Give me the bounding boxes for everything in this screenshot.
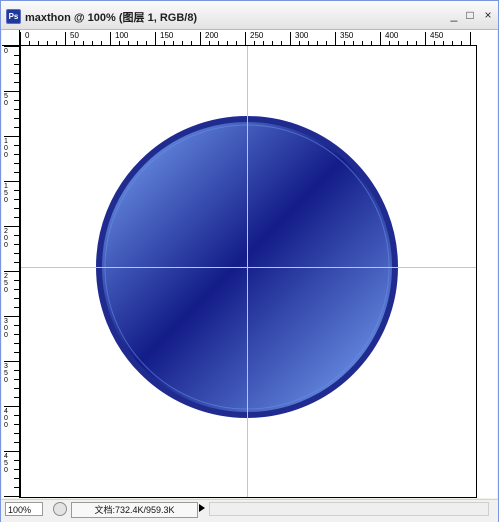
top-ruler-svg: 0 50 100 150 200 250 300 350 400 450 — [20, 31, 477, 46]
left-ruler-label: 1 0 0 — [4, 138, 8, 159]
horizontal-guide-line[interactable] — [21, 267, 476, 268]
ruler-origin-corner[interactable] — [2, 30, 20, 46]
minimize-icon: _ — [450, 8, 458, 22]
ruler-top-label-0: 0 — [25, 31, 30, 40]
zoom-field[interactable]: 100% — [5, 502, 43, 516]
document-canvas[interactable] — [21, 46, 477, 498]
left-ruler-label: 3 5 0 — [4, 363, 8, 384]
left-ruler-label: 0 — [4, 48, 8, 55]
minimize-button[interactable]: _ — [448, 9, 460, 21]
app-icon-label: Ps — [8, 12, 19, 21]
document-size-info[interactable]: 文档:732.4K/959.3K — [71, 502, 198, 518]
maximize-button[interactable]: □ — [464, 9, 476, 21]
left-ruler-label: 4 5 0 — [4, 453, 8, 474]
maximize-icon: □ — [466, 8, 474, 22]
vertical-guide-line[interactable] — [247, 46, 248, 497]
title-bar[interactable]: Ps maxthon @ 100% (图层 1, RGB/8) _ □ × — [1, 1, 498, 30]
window-title: maxthon @ 100% (图层 1, RGB/8) — [25, 12, 198, 24]
ruler-top-label-50: 50 — [70, 31, 79, 40]
ruler-top-label-400: 400 — [385, 31, 399, 40]
ruler-top-label-350: 350 — [340, 31, 354, 40]
ruler-top-label-150: 150 — [160, 31, 174, 40]
document-window: Ps maxthon @ 100% (图层 1, RGB/8) _ □ × 0 … — [0, 0, 499, 522]
horizontal-scrollbar[interactable] — [209, 502, 489, 516]
left-ruler-label: 3 0 0 — [4, 318, 8, 339]
ruler-top-label-250: 250 — [250, 31, 264, 40]
left-ruler-label: 1 5 0 — [4, 183, 8, 204]
photoshop-icon: Ps — [6, 9, 21, 24]
right-panel-strip — [477, 30, 497, 498]
ruler-top-label-300: 300 — [295, 31, 309, 40]
ruler-top-label-100: 100 — [115, 31, 129, 40]
ruler-top-label-200: 200 — [205, 31, 219, 40]
left-ruler-label: 2 0 0 — [4, 228, 8, 249]
left-ruler-label: 2 5 0 — [4, 273, 8, 294]
close-button[interactable]: × — [482, 9, 494, 21]
left-ruler-label: 4 0 0 — [4, 408, 8, 429]
top-ruler[interactable]: 0 50 100 150 200 250 300 350 400 450 — [20, 30, 477, 47]
status-info-icon[interactable] — [53, 502, 67, 516]
close-icon: × — [484, 8, 492, 22]
canvas-svg — [96, 116, 398, 418]
status-bar: 100% 文档:732.4K/959.3K — [1, 499, 498, 522]
ruler-top-label-450: 450 — [430, 31, 444, 40]
status-menu-arrow-icon[interactable] — [199, 504, 205, 512]
left-ruler-svg — [4, 46, 20, 498]
left-ruler[interactable]: 0 5 0 1 0 0 1 5 0 2 0 0 2 5 0 3 0 0 3 5 0 4 0 0 4… — [2, 46, 21, 498]
left-ruler-label: 5 0 — [4, 93, 8, 107]
